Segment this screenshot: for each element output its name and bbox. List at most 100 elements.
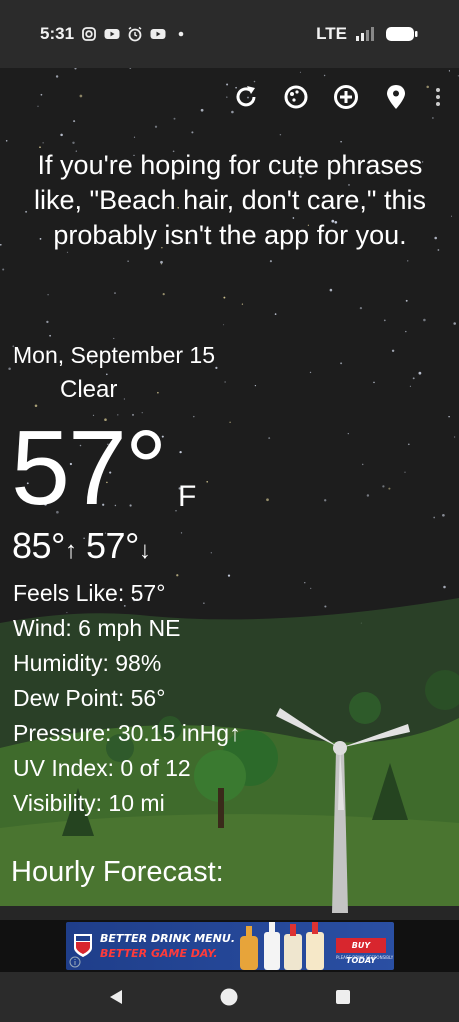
star (46, 320, 49, 324)
star (347, 432, 349, 435)
theme-button[interactable] (281, 82, 311, 112)
star (448, 70, 450, 72)
current-condition: Clear (16, 374, 117, 406)
refresh-button[interactable] (231, 82, 261, 112)
star (361, 463, 364, 466)
star (191, 131, 194, 134)
add-location-button[interactable] (331, 82, 361, 112)
star (133, 136, 136, 138)
moon-icon (23, 377, 36, 403)
star (160, 263, 162, 265)
star (114, 292, 116, 295)
youtube-icon (104, 29, 120, 39)
refresh-icon (236, 86, 256, 107)
ad-fine-print: PLEASE DRINK RESPONSIBLY (336, 955, 394, 960)
ad-headline: BETTER DRINK MENU. (100, 932, 236, 945)
status-bar-left: 5:31 (40, 24, 189, 44)
star (49, 334, 51, 337)
home-icon[interactable] (220, 988, 238, 1006)
status-bar-right: LTE (316, 24, 419, 44)
star (391, 349, 395, 353)
youtube-icon (150, 29, 166, 39)
feels-like: Feels Like: 57° (13, 580, 166, 606)
star (157, 391, 159, 394)
visibility: Visibility: 10 mi (13, 790, 165, 816)
star (432, 117, 434, 119)
star (210, 552, 212, 554)
star (79, 94, 83, 98)
instagram-icon (82, 27, 96, 41)
star (113, 337, 115, 339)
star (200, 108, 204, 112)
star (2, 268, 5, 271)
star (160, 260, 163, 264)
star (55, 75, 59, 78)
star (442, 513, 445, 517)
star (254, 384, 257, 387)
buy-today-button[interactable]: BUY TODAY (336, 938, 386, 965)
star (406, 260, 409, 262)
star (324, 605, 327, 608)
star (72, 141, 75, 145)
weather-app: If you're hoping for cute phrases like, … (0, 68, 459, 920)
condition-label: Clear (60, 376, 118, 403)
star (418, 371, 422, 375)
star (450, 215, 453, 217)
star (299, 71, 301, 73)
low-arrow: ↓ (138, 537, 151, 564)
star (127, 260, 129, 262)
current-temperature: 57° (11, 409, 167, 527)
star (193, 415, 195, 418)
battery-icon (386, 27, 418, 41)
dot-icon (178, 31, 184, 37)
star (123, 398, 125, 400)
star (324, 499, 327, 502)
more-options-button[interactable] (431, 82, 445, 112)
star (388, 487, 391, 490)
star (373, 381, 375, 384)
star (359, 306, 363, 310)
star (179, 450, 182, 454)
star (304, 582, 306, 584)
star (409, 385, 411, 387)
theme-icon (284, 85, 308, 109)
star (405, 330, 407, 333)
clock: 5:31 (40, 24, 75, 43)
star (223, 324, 225, 326)
star (206, 481, 208, 483)
star (223, 296, 226, 299)
signal-icon (356, 27, 374, 41)
temperature-unit: F (178, 480, 197, 513)
uv-index: UV Index: 0 of 12 (13, 755, 191, 781)
star (42, 142, 44, 144)
star (226, 83, 229, 86)
star (279, 133, 282, 136)
current-location-button[interactable] (381, 82, 411, 112)
star (266, 498, 269, 502)
star (443, 585, 446, 589)
star (268, 437, 271, 440)
star (309, 371, 312, 374)
star (423, 318, 426, 322)
star (274, 313, 277, 315)
star (340, 362, 343, 365)
back-icon[interactable] (107, 988, 125, 1006)
ad-banner[interactable]: BETTER DRINK MENU. BETTER GAME DAY. BUY … (66, 922, 394, 970)
star (310, 587, 312, 590)
star (175, 510, 177, 512)
star (215, 366, 218, 370)
star (329, 288, 333, 292)
star (269, 260, 272, 263)
toolbar (231, 82, 445, 112)
star (453, 436, 456, 438)
star (407, 443, 410, 446)
ad-info-icon[interactable] (69, 956, 81, 968)
high-low-temps: 85°↑ 57°↓ (12, 525, 151, 567)
star (60, 133, 63, 137)
low-temp: 57° (85, 525, 139, 566)
recents-icon[interactable] (335, 989, 351, 1005)
star (382, 485, 385, 488)
star (37, 105, 39, 107)
star (229, 421, 231, 423)
location-pin-icon (387, 85, 405, 109)
